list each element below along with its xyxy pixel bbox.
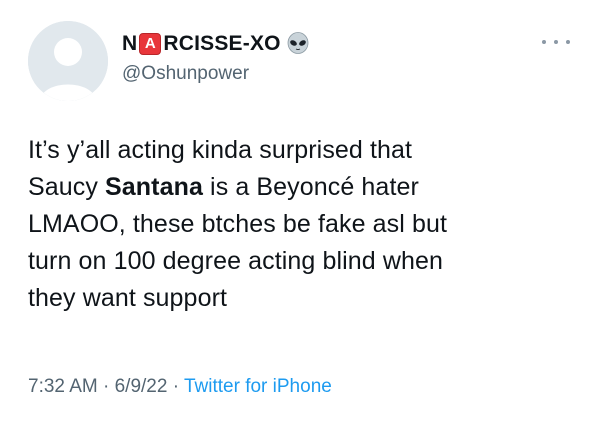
tweet-text-line: Saucy Santana is a Beyoncé hater	[28, 169, 578, 206]
display-name[interactable]: N A RCISSE-XO	[122, 31, 310, 57]
highlighted-term: Santana	[105, 173, 203, 201]
tweet-source-link[interactable]: Twitter for iPhone	[184, 376, 332, 397]
tweet-text: It’s y’all acting kinda surprised that S…	[28, 132, 578, 317]
display-name-prefix: N	[122, 32, 138, 55]
more-options-icon[interactable]	[540, 32, 572, 52]
tweet-text-line: It’s y’all acting kinda surprised that	[28, 136, 413, 164]
tweet-text-line: LMAOO, these btches be fake asl but	[28, 210, 448, 238]
user-handle[interactable]: @Oshunpower	[122, 62, 249, 86]
meta-separator: ·	[97, 376, 115, 397]
tweet-text-segment: Saucy	[28, 173, 106, 201]
tweet-text-line: they want support	[28, 284, 228, 312]
tweet-time[interactable]: 7:32 AM	[28, 376, 98, 397]
alien-emoji-icon	[286, 32, 310, 56]
tweet-metadata: 7:32 AM · 6/9/22 · Twitter for iPhone	[28, 375, 332, 399]
tweet-card[interactable]: N A RCISSE-XO @Oshunpower It’s y’all act…	[0, 0, 595, 423]
meta-separator: ·	[167, 376, 184, 397]
more-dot	[542, 40, 546, 44]
display-name-suffix: RCISSE-XO	[163, 32, 281, 55]
tweet-text-segment: is a Beyoncé hater	[203, 173, 419, 201]
a-button-emoji-icon: A	[139, 33, 162, 55]
more-dot	[566, 40, 570, 44]
user-avatar[interactable]	[28, 21, 108, 101]
default-avatar-icon	[28, 21, 108, 101]
tweet-text-line: turn on 100 degree acting blind when	[28, 247, 444, 275]
tweet-date[interactable]: 6/9/22	[115, 376, 168, 397]
more-dot	[554, 40, 558, 44]
